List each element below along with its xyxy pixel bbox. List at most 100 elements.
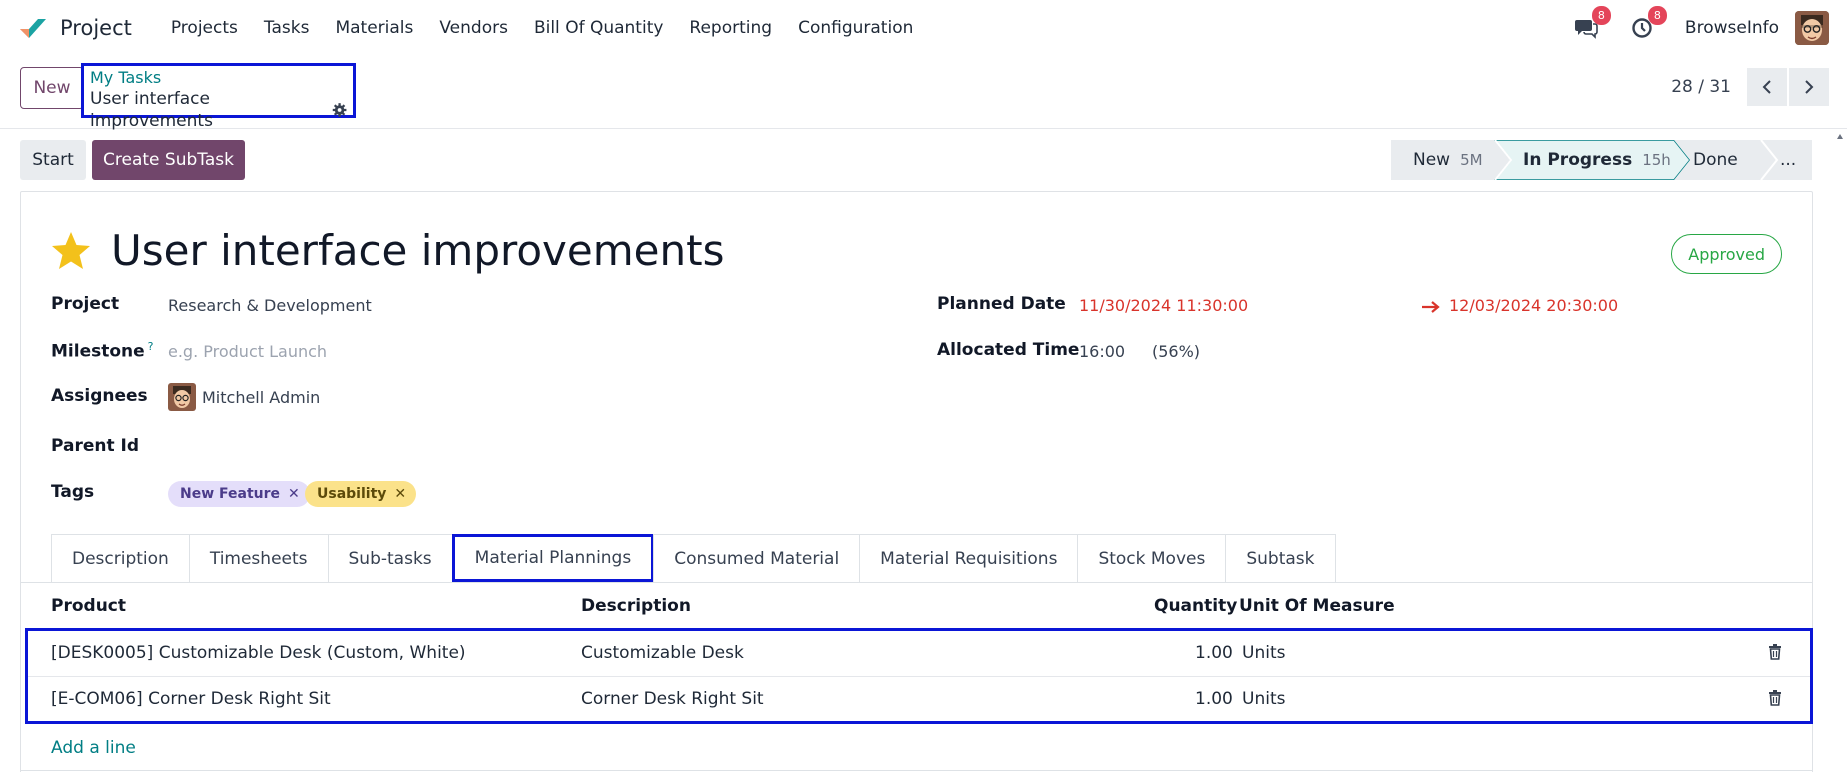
pager-next-button[interactable] <box>1789 68 1829 106</box>
trash-icon[interactable] <box>1768 690 1782 706</box>
menu-configuration[interactable]: Configuration <box>785 18 926 38</box>
row-quantity[interactable]: 1.00 <box>1195 643 1233 663</box>
tab-timesheets[interactable]: Timesheets <box>188 534 329 582</box>
stage-done-label: Done <box>1693 150 1738 170</box>
column-product[interactable]: Product <box>51 596 126 616</box>
row-description[interactable]: Customizable Desk <box>581 643 744 663</box>
assignees-field[interactable]: Mitchell Admin <box>168 383 320 411</box>
app-name: Project <box>60 16 132 40</box>
stage-new-label: New <box>1413 150 1451 170</box>
planned-end-field[interactable]: 12/03/2024 20:30:00 <box>1449 296 1618 315</box>
tag-new-feature-label: New Feature <box>180 486 281 502</box>
tags-label: Tags <box>51 482 95 502</box>
row-description[interactable]: Corner Desk Right Sit <box>581 689 764 709</box>
tag-usability-label: Usability <box>317 486 387 502</box>
row-product[interactable]: [E-COM06] Corner Desk Right Sit <box>51 689 331 709</box>
start-button[interactable]: Start <box>20 140 86 180</box>
notebook-tabs: Description Timesheets Sub-tasks Materia… <box>51 534 1336 582</box>
milestone-field[interactable]: e.g. Product Launch <box>168 342 327 361</box>
stage-statusbar: New 5M In Progress 15h Done ... <box>1391 140 1812 180</box>
create-subtask-button[interactable]: Create SubTask <box>92 140 245 180</box>
menu-tasks[interactable]: Tasks <box>251 18 323 38</box>
tab-sub-tasks[interactable]: Sub-tasks <box>327 534 453 582</box>
star-icon[interactable] <box>49 230 93 272</box>
user-avatar[interactable] <box>1795 11 1829 45</box>
chevron-left-icon <box>1762 80 1771 94</box>
top-navbar: Project Projects Tasks Materials Vendors… <box>0 0 1847 56</box>
chevron-right-icon <box>1805 80 1814 94</box>
row-product[interactable]: [DESK0005] Customizable Desk (Custom, Wh… <box>51 643 466 663</box>
row-quantity[interactable]: 1.00 <box>1195 689 1233 709</box>
project-label: Project <box>51 294 120 314</box>
milestone-label-text: Milestone <box>51 341 145 362</box>
gear-icon[interactable] <box>332 102 347 118</box>
messages-button[interactable]: 8 <box>1573 6 1611 41</box>
tab-description[interactable]: Description <box>51 534 190 582</box>
tag-remove-icon[interactable]: ✕ <box>394 486 406 502</box>
task-title[interactable]: User interface improvements <box>111 226 724 275</box>
arrow-right-icon <box>1422 301 1440 313</box>
add-a-line-link[interactable]: Add a line <box>51 738 136 758</box>
tag-new-feature[interactable]: New Feature ✕ <box>168 481 310 507</box>
table-row[interactable]: [DESK0005] Customizable Desk (Custom, Wh… <box>28 631 1810 676</box>
stage-new-duration: 5M <box>1460 151 1483 169</box>
parent-id-field[interactable] <box>168 436 488 458</box>
planned-start-field[interactable]: 11/30/2024 11:30:00 <box>1079 296 1248 315</box>
tag-remove-icon[interactable]: ✕ <box>288 486 300 502</box>
breadcrumb-current: User interface improvements <box>90 88 347 132</box>
stage-more-label: ... <box>1780 150 1797 170</box>
milestone-label: Milestone? <box>51 340 154 362</box>
activities-badge: 8 <box>1647 6 1667 25</box>
stage-in-progress-duration: 15h <box>1642 151 1671 169</box>
tab-subtask[interactable]: Subtask <box>1225 534 1336 582</box>
project-app-icon <box>18 15 48 41</box>
company-name[interactable]: BrowseInfo <box>1685 18 1779 38</box>
pager-value[interactable]: 28 / 31 <box>1671 77 1731 97</box>
approval-status-badge[interactable]: Approved <box>1671 234 1782 274</box>
tag-usability[interactable]: Usability ✕ <box>305 481 417 507</box>
column-unit-of-measure[interactable]: Unit Of Measure <box>1239 596 1395 616</box>
planned-date-label: Planned Date <box>937 294 1066 314</box>
tab-material-requisitions[interactable]: Material Requisitions <box>859 534 1079 582</box>
assignee-avatar <box>168 383 196 411</box>
menu-vendors[interactable]: Vendors <box>426 18 521 38</box>
stage-in-progress-label: In Progress <box>1523 150 1633 170</box>
menu-reporting[interactable]: Reporting <box>676 18 785 38</box>
breadcrumb: My Tasks User interface improvements <box>81 63 356 131</box>
messages-badge: 8 <box>1591 6 1611 25</box>
menu-projects[interactable]: Projects <box>158 18 251 38</box>
menu-materials[interactable]: Materials <box>322 18 426 38</box>
material-table-header: Product Description Quantity Unit Of Mea… <box>21 582 1812 630</box>
column-quantity[interactable]: Quantity <box>1154 596 1237 616</box>
material-table-body: [DESK0005] Customizable Desk (Custom, Wh… <box>25 628 1813 724</box>
tab-stock-moves[interactable]: Stock Moves <box>1077 534 1227 582</box>
milestone-help-icon[interactable]: ? <box>148 340 154 353</box>
record-pager: 28 / 31 <box>1671 68 1829 106</box>
project-field[interactable]: Research & Development <box>168 296 372 315</box>
trash-icon[interactable] <box>1768 644 1782 660</box>
row-uom[interactable]: Units <box>1242 643 1285 663</box>
parent-id-label: Parent Id <box>51 436 140 456</box>
allocated-time-field[interactable]: 16:00 <box>1079 342 1125 361</box>
column-description[interactable]: Description <box>581 596 691 616</box>
assignee-name: Mitchell Admin <box>202 387 321 407</box>
tab-material-plannings[interactable]: Material Plannings <box>451 534 655 582</box>
new-button[interactable]: New <box>20 67 84 109</box>
stage-new[interactable]: New 5M <box>1413 140 1483 180</box>
menu-bill-of-quantity[interactable]: Bill Of Quantity <box>521 18 676 38</box>
page-scrollbar[interactable] <box>1835 131 1845 772</box>
pager-previous-button[interactable] <box>1747 68 1787 106</box>
row-uom[interactable]: Units <box>1242 689 1285 709</box>
activities-button[interactable]: 8 <box>1629 6 1667 41</box>
app-brand[interactable]: Project <box>18 15 158 41</box>
breadcrumb-current-label: User interface improvements <box>90 89 213 131</box>
stage-in-progress[interactable]: In Progress 15h <box>1523 140 1671 180</box>
breadcrumb-my-tasks[interactable]: My Tasks <box>90 68 347 88</box>
form-sheet: User interface improvements Approved Pro… <box>20 191 1813 772</box>
stage-done[interactable]: Done <box>1693 140 1738 180</box>
allocated-time-label: Allocated Time <box>937 340 1080 360</box>
table-row[interactable]: [E-COM06] Corner Desk Right Sit Corner D… <box>28 676 1810 721</box>
stage-more[interactable]: ... <box>1780 140 1796 180</box>
tab-consumed-material[interactable]: Consumed Material <box>653 534 861 582</box>
assignees-label: Assignees <box>51 386 148 406</box>
